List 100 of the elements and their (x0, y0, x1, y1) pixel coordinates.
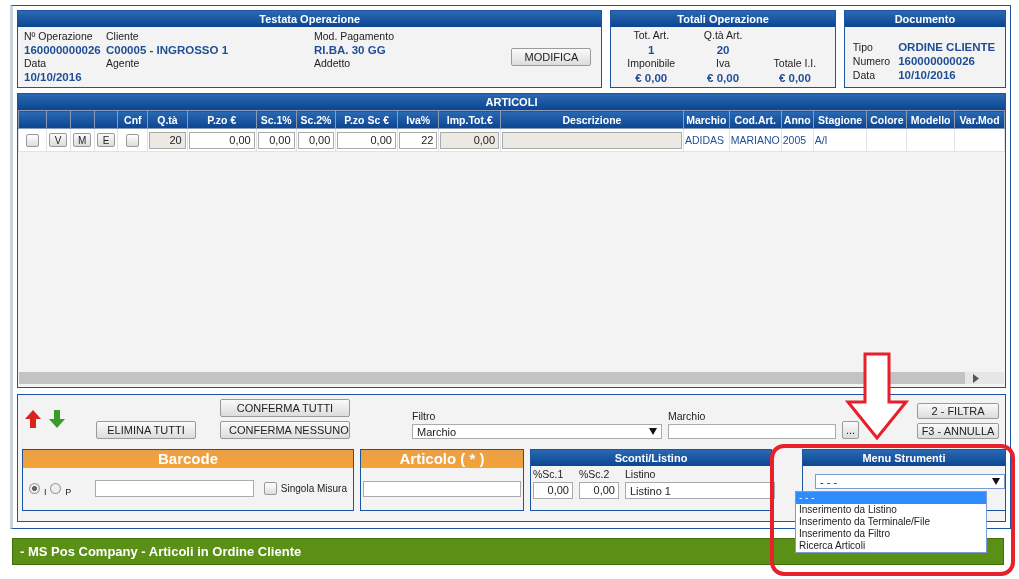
field-label: Agente (106, 57, 141, 69)
scroll-right-icon[interactable] (972, 373, 979, 383)
field-label: Cliente (106, 30, 140, 42)
panel-title: Articolo ( * ) (361, 450, 523, 468)
row-button[interactable]: E (97, 133, 115, 147)
row-button[interactable]: M (73, 133, 92, 147)
filtra-button[interactable]: 2 - FILTRA (917, 403, 999, 419)
input-field[interactable]: 0,00 (579, 482, 619, 499)
field-value: 10/10/2016 (898, 69, 957, 81)
menu-select[interactable]: - - - (815, 474, 1005, 489)
checkbox-label: Singola Misura (280, 483, 347, 494)
panel-title: Documento (844, 11, 1005, 27)
field-label: Q.tà Art. (703, 29, 743, 41)
field-value: 160000000026 (24, 44, 102, 56)
input-field[interactable]: 22 (398, 131, 438, 149)
articolo-field[interactable] (363, 481, 521, 497)
field-value: € 0,00 (635, 72, 668, 84)
barcode-field[interactable] (95, 480, 254, 497)
checkbox[interactable] (126, 133, 140, 147)
caret-icon[interactable] (992, 478, 1000, 485)
annulla-button[interactable]: F3 - ANNULLA (917, 423, 999, 439)
field-label: Imponibile (627, 57, 676, 69)
column-header: P.zo Sc € (335, 110, 398, 129)
column-header: Descrizione (500, 110, 684, 129)
column-header: Stagione (813, 110, 867, 129)
field-value: ORDINE CLIENTE (898, 41, 997, 53)
conferma-tutti-button[interactable]: CONFERMA TUTTI (220, 399, 350, 417)
field-value: C00005 - INGROSSO 1 (106, 44, 230, 56)
field-value: € 0,00 (707, 72, 740, 84)
listino-select[interactable]: Listino 1 (625, 482, 775, 499)
dropdown-option[interactable]: Inserimento da Terminale/File (796, 516, 986, 528)
up-arrow-icon[interactable] (24, 409, 42, 429)
panel-title: Totali Operazione (611, 11, 835, 27)
caret-icon[interactable] (649, 428, 657, 435)
column-header: P.zo € (187, 110, 257, 129)
down-arrow-icon[interactable] (48, 409, 66, 429)
field-value: 10/10/2016 (24, 71, 83, 83)
field-label: Marchio (668, 410, 707, 422)
field-label: Filtro (412, 410, 437, 422)
radio-button[interactable] (50, 483, 62, 494)
browse-button[interactable]: ... (842, 421, 860, 439)
table-cell: MARIANO (730, 134, 780, 146)
field-label: Tipo (852, 41, 874, 53)
dropdown-option[interactable]: Ricerca Articoli (796, 540, 986, 552)
checkbox[interactable] (263, 482, 277, 495)
input-field[interactable]: 0,00 (337, 131, 396, 149)
field-value: € 0,00 (778, 72, 811, 84)
elimina-button[interactable]: ELIMINA TUTTI (96, 421, 196, 439)
column-header: Anno (781, 110, 814, 129)
field-label: Totale I.I. (773, 57, 817, 69)
field-label: Data (852, 69, 876, 81)
column-header: Modello (906, 110, 955, 129)
field-label: Listino (625, 468, 657, 480)
checkbox[interactable] (25, 133, 39, 147)
field-label: Data (24, 57, 48, 69)
input-field[interactable]: 0,00 (188, 131, 255, 149)
field-value: 1 (648, 44, 655, 56)
dropdown-option[interactable]: Inserimento da Filtro (796, 528, 986, 540)
table-cell: 2005 (782, 134, 807, 146)
input-field[interactable]: 0,00 (257, 131, 295, 149)
column-header: Cod.Art. (729, 110, 782, 129)
radio-label: P (65, 486, 72, 497)
scrollbar[interactable] (19, 372, 1004, 384)
column-header: Sc.1% (256, 110, 297, 129)
column-header: Cnf (117, 110, 148, 129)
input-field[interactable]: 0,00 (533, 482, 573, 499)
field-label: Nº Operazione (24, 30, 94, 42)
panel-title: Menu Strumenti (803, 450, 1005, 466)
column-header: Var.Mod (954, 110, 1005, 129)
input-field[interactable]: 0,00 (297, 131, 335, 149)
panel-title: Testata Operazione (18, 11, 602, 27)
conferma-nessuno-button[interactable]: CONFERMA NESSUNO (220, 421, 350, 439)
row-button[interactable]: V (49, 133, 68, 147)
field-value: 160000000026 (898, 55, 976, 67)
table-cell: ADIDAS (684, 134, 724, 146)
field-label: Numero (852, 55, 891, 67)
field-label: Mod. Pagamento (314, 30, 395, 42)
panel-title: Sconti/Listino (531, 450, 771, 466)
field-label: %Sc.1 (533, 468, 565, 480)
field-label: %Sc.2 (579, 468, 611, 480)
dropdown-option[interactable]: Inserimento da Listino (796, 504, 986, 516)
field-label: Iva (716, 57, 731, 69)
field-label: Tot. Art. (633, 29, 670, 41)
column-header: Q.tà (147, 110, 188, 129)
panel-title: Barcode (23, 450, 353, 468)
column-header: Imp.Tot.€ (439, 110, 501, 129)
modifica-button[interactable]: MODIFICA (511, 47, 592, 66)
marchio-field[interactable] (668, 424, 836, 439)
readonly-field: 0,00 (440, 131, 500, 149)
footer-title: - MS Pos Company - Articoli in Ordine Cliente (19, 544, 302, 559)
field-value: 20 (716, 44, 730, 56)
radio-label: I (43, 486, 47, 497)
radio-button[interactable] (29, 483, 40, 494)
field-label: Addetto (314, 57, 352, 69)
table-cell: A/I (814, 134, 828, 146)
column-header: Colore (866, 110, 907, 129)
filtro-select[interactable]: Marchio (412, 424, 662, 439)
readonly-field: 20 (149, 131, 186, 149)
column-header: Sc.2% (296, 110, 336, 129)
panel-title: ARTICOLI (18, 94, 1005, 110)
